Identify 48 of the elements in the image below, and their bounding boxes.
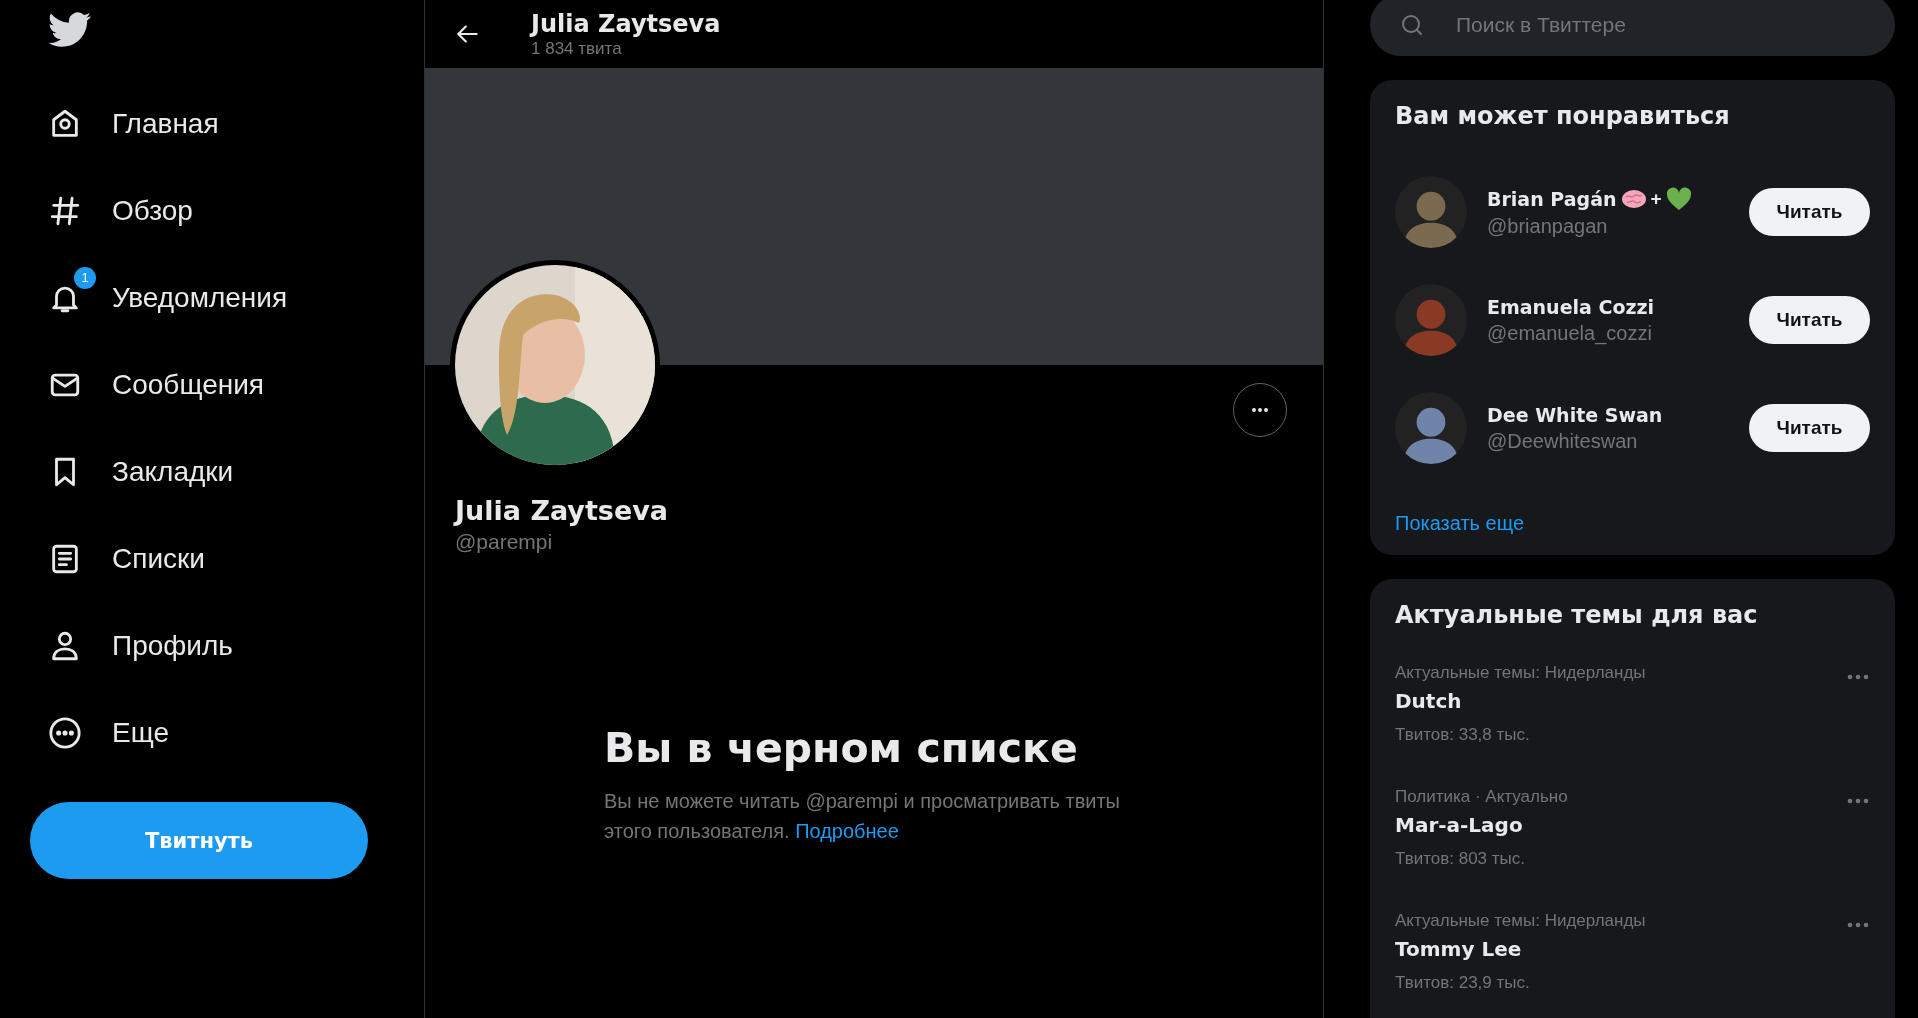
nav-item[interactable]: Еще [30, 689, 424, 776]
follow-button[interactable]: Читать [1749, 188, 1870, 236]
trend-count: Твитов: 803 тыс. [1395, 849, 1526, 869]
profile-name: Julia Zaytseva [452, 495, 670, 526]
notification-badge: 1 [74, 266, 96, 289]
trend-name[interactable]: Dutch [1395, 689, 1646, 713]
user-name: Dee White Swan [1487, 403, 1663, 426]
search-field[interactable]: Поиск в Твиттере [1370, 0, 1895, 56]
user-handle: @emanuela_cozzi [1487, 321, 1653, 345]
show-more-link[interactable]: Показать еще [1395, 512, 1870, 535]
more-icon [1249, 407, 1271, 413]
heart-icon [1665, 186, 1692, 211]
more-icon [48, 715, 82, 750]
nav-item[interactable]: Главная [30, 80, 424, 167]
tweet-count: 1 834 твита [531, 39, 623, 59]
trend-name[interactable]: Tommy Lee [1395, 937, 1646, 961]
more-icon[interactable] [1846, 673, 1870, 681]
bird-logo[interactable] [48, 12, 92, 48]
nav-item[interactable]: Закладки [30, 428, 424, 515]
trend-count: Твитов: 33,8 тыс. [1395, 725, 1531, 745]
search-icon [1400, 13, 1424, 37]
learn-more-link[interactable]: Подробнее [795, 820, 899, 842]
card-title: Вам может понравиться [1395, 102, 1731, 130]
name-plus: + [1650, 187, 1662, 210]
nav-item[interactable]: Сообщения [30, 341, 424, 428]
blocked-title: Вы в черном списке [604, 724, 1079, 772]
trend-context: Актуальные темы: Нидерланды [1395, 911, 1646, 931]
nav-item[interactable]: Профиль [30, 602, 424, 689]
more-icon[interactable] [1846, 921, 1870, 929]
profile-handle: @parempi [454, 530, 554, 554]
follow-button[interactable]: Читать [1749, 296, 1870, 344]
nav-item[interactable]: 1 Уведомления [30, 254, 424, 341]
follow-button[interactable]: Читать [1749, 404, 1870, 452]
nav-item[interactable]: Списки [30, 515, 424, 602]
user-name: Brian Pagán [1487, 187, 1617, 210]
card-title: Актуальные темы для вас [1395, 601, 1759, 629]
header-title: Julia Zaytseva [531, 9, 721, 39]
trend-context: Политика · Актуально [1395, 787, 1568, 807]
nav-item[interactable]: Обзор [30, 167, 424, 254]
user-handle: @brianpagan [1487, 214, 1609, 238]
blocked-message: Вы не можете читать @parempi и просматривать твиты этого пользователя. Подробнее [604, 789, 1121, 844]
user-name: Emanuela Cozzi [1487, 295, 1655, 318]
more-icon[interactable] [1846, 797, 1870, 805]
user-handle: @Deewhiteswan [1487, 429, 1639, 453]
brain-icon [1620, 187, 1647, 210]
trend-context: Актуальные темы: Нидерланды [1395, 663, 1646, 683]
trend-count: Твитов: 23,9 тыс. [1395, 973, 1531, 993]
trend-name[interactable]: Mar-a-Lago [1395, 813, 1568, 837]
